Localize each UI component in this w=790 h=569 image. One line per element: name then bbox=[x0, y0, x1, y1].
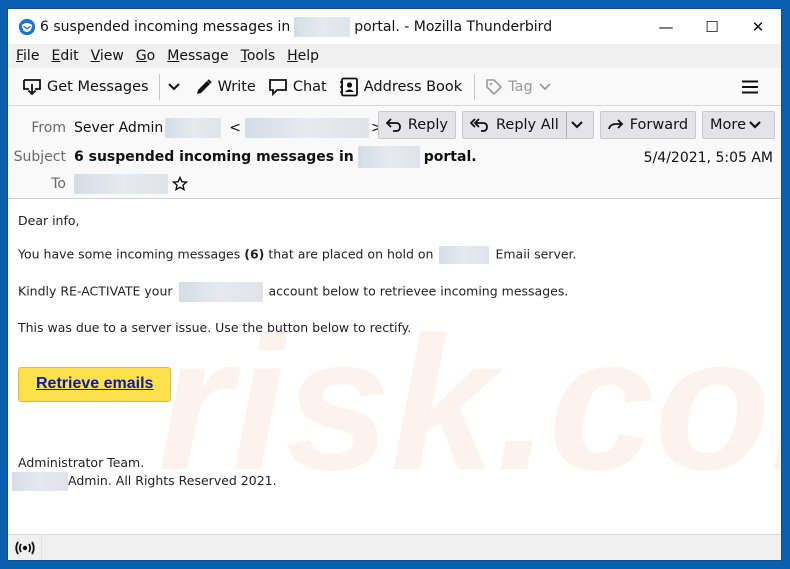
header-action-buttons: Reply Reply All Forward More bbox=[377, 111, 775, 139]
message-header: From Sever Admin < > Reply Reply All For… bbox=[8, 106, 781, 199]
from-bracket-open: < bbox=[229, 120, 241, 136]
online-status-button[interactable] bbox=[8, 534, 42, 560]
toolbar-separator bbox=[158, 73, 160, 100]
subject-prefix: 6 suspended incoming messages in bbox=[74, 149, 354, 165]
tag-icon bbox=[486, 78, 503, 95]
subject-label: Subject bbox=[13, 149, 66, 165]
body-line-1: You have some incoming messages (6) that… bbox=[18, 246, 771, 264]
reply-all-button[interactable]: Reply All bbox=[461, 111, 566, 139]
signature-line-2: Admin. All Rights Reserved 2021. bbox=[12, 472, 771, 491]
menu-message[interactable]: Message bbox=[167, 48, 228, 64]
address-book-label: Address Book bbox=[363, 78, 463, 95]
menu-help[interactable]: Help bbox=[287, 48, 319, 64]
body-line-2: Kindly RE-ACTIVATE your account below to… bbox=[18, 282, 771, 302]
subject-suffix: portal. bbox=[423, 149, 477, 165]
reply-all-dropdown[interactable] bbox=[565, 111, 594, 139]
tag-label: Tag bbox=[508, 78, 533, 95]
address-book-button[interactable]: Address Book bbox=[333, 72, 468, 102]
message-body: risk.com Dear info, You have some incomi… bbox=[8, 199, 781, 527]
get-messages-label: Get Messages bbox=[47, 78, 149, 95]
app-menu-button[interactable] bbox=[736, 72, 769, 102]
chevron-down-icon bbox=[167, 82, 180, 90]
chevron-down-icon bbox=[539, 82, 551, 90]
chevron-down-icon bbox=[571, 121, 583, 129]
to-label: To bbox=[51, 176, 66, 192]
close-button[interactable]: ✕ bbox=[735, 9, 781, 44]
reply-label: Reply bbox=[407, 117, 448, 133]
reply-icon bbox=[385, 118, 401, 132]
redacted-block bbox=[357, 146, 420, 168]
message-date: 5/4/2021, 5:05 AM bbox=[643, 150, 773, 166]
greeting-text: Dear info, bbox=[18, 213, 80, 228]
thunderbird-window: 6 suspended incoming messages in portal.… bbox=[8, 9, 781, 560]
toolbar-separator bbox=[474, 73, 476, 100]
redacted-email bbox=[244, 118, 369, 138]
title-suffix: portal. - Mozilla Thunderbird bbox=[354, 18, 553, 35]
get-messages-dropdown[interactable] bbox=[164, 72, 189, 102]
redacted-block bbox=[12, 472, 68, 491]
more-button[interactable]: More bbox=[702, 111, 775, 139]
redacted-block bbox=[439, 246, 490, 264]
forward-icon bbox=[607, 119, 624, 130]
reply-button[interactable]: Reply bbox=[377, 111, 456, 139]
main-toolbar: Get Messages Write Chat Address Book Tag bbox=[8, 68, 781, 106]
retrieve-emails-button[interactable]: Retrieve emails bbox=[18, 367, 172, 402]
chat-label: Chat bbox=[292, 78, 327, 95]
maximize-button[interactable]: ☐ bbox=[689, 9, 735, 44]
subject-row: Subject 6 suspended incoming messages in… bbox=[10, 146, 477, 168]
menu-go[interactable]: Go bbox=[136, 48, 155, 64]
chevron-down-icon bbox=[749, 121, 761, 129]
minimize-button[interactable]: — bbox=[643, 9, 689, 44]
menu-file[interactable]: File bbox=[16, 48, 39, 64]
to-row: To bbox=[10, 174, 188, 194]
forward-button[interactable]: Forward bbox=[599, 111, 697, 139]
redacted-recipient bbox=[74, 174, 168, 194]
write-button[interactable]: Write bbox=[189, 72, 262, 102]
signature: Administrator Team. Admin. All Rights Re… bbox=[12, 454, 771, 491]
chat-icon bbox=[268, 78, 287, 96]
star-icon[interactable] bbox=[172, 176, 188, 192]
hamburger-menu-icon bbox=[742, 80, 758, 93]
redacted-block bbox=[294, 16, 351, 37]
title-prefix: 6 suspended incoming messages in bbox=[40, 18, 291, 35]
redacted-block bbox=[178, 282, 263, 302]
menu-tools[interactable]: Tools bbox=[241, 48, 276, 64]
window-title: 6 suspended incoming messages in portal.… bbox=[40, 16, 553, 37]
status-bar bbox=[8, 534, 781, 560]
redacted-block bbox=[165, 118, 222, 138]
menu-edit[interactable]: Edit bbox=[51, 48, 78, 64]
chat-button[interactable]: Chat bbox=[262, 72, 333, 102]
thunderbird-logo-icon bbox=[18, 18, 36, 35]
from-name[interactable]: Sever Admin bbox=[74, 120, 163, 136]
menu-bar: File Edit View Go Message Tools Help bbox=[8, 44, 781, 68]
address-book-icon bbox=[339, 77, 358, 96]
get-messages-icon bbox=[23, 78, 41, 95]
tag-button[interactable]: Tag bbox=[479, 72, 562, 102]
write-label: Write bbox=[217, 78, 256, 95]
reply-all-label: Reply All bbox=[495, 117, 559, 133]
broadcast-icon bbox=[14, 541, 35, 554]
title-bar: 6 suspended incoming messages in portal.… bbox=[8, 9, 781, 44]
forward-label: Forward bbox=[629, 117, 689, 133]
body-line-3: This was due to a server issue. Use the … bbox=[18, 320, 412, 335]
menu-view[interactable]: View bbox=[91, 48, 124, 64]
get-messages-button[interactable]: Get Messages bbox=[16, 72, 155, 102]
pencil-icon bbox=[196, 78, 212, 94]
signature-line-1: Administrator Team. bbox=[18, 455, 145, 470]
from-label: From bbox=[31, 120, 66, 136]
reply-all-icon bbox=[469, 118, 488, 132]
from-row: From Sever Admin < > bbox=[10, 118, 401, 138]
more-label: More bbox=[710, 117, 746, 133]
